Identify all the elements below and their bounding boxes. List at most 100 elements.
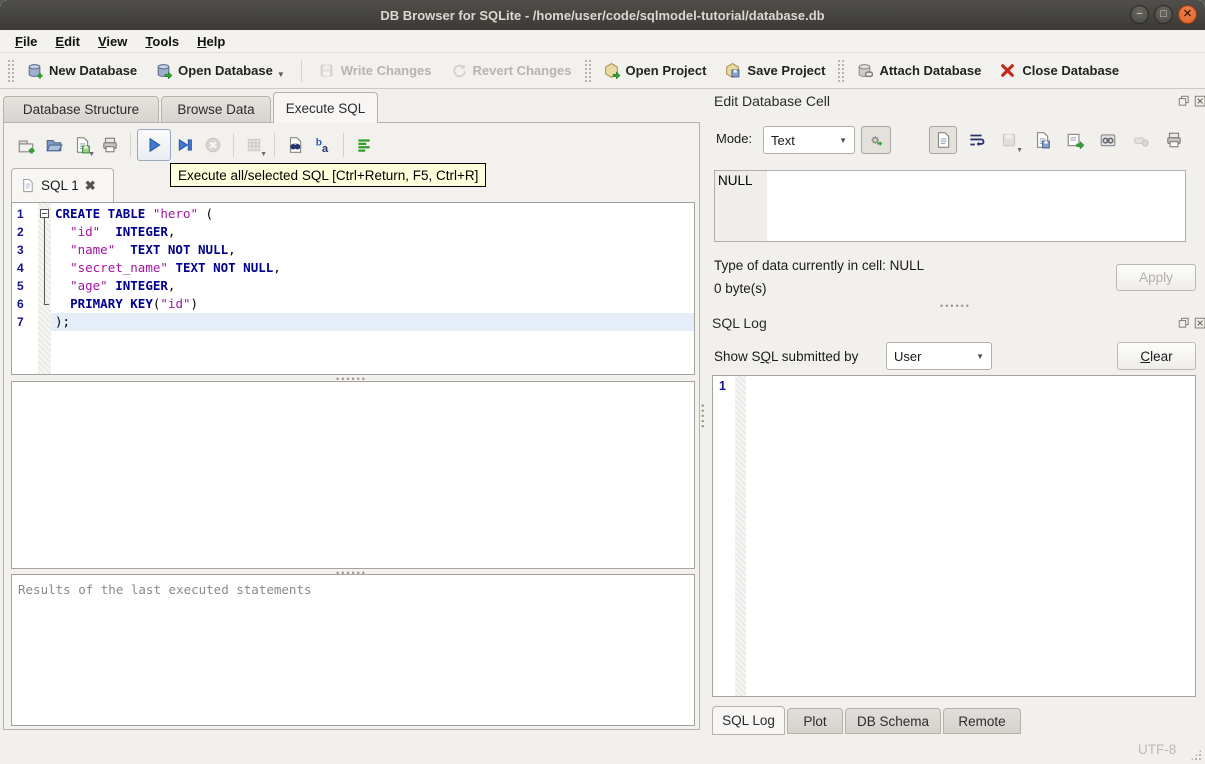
dock-tab-sql-log[interactable]: SQL Log [712, 706, 785, 735]
print-sql-button[interactable] [96, 131, 124, 159]
import-data-button[interactable]: ▼ [995, 126, 1023, 154]
toolbar-separator [274, 133, 275, 157]
save-results-button[interactable]: ▼ [240, 131, 268, 159]
apply-button[interactable]: Apply [1116, 264, 1196, 291]
dock-splitter-handle[interactable]: •••••• [706, 301, 1205, 310]
dock-splitter-handle[interactable]: ••••• [698, 400, 708, 434]
sql-tab-close-icon[interactable]: ✖ [85, 178, 96, 194]
copy-cell-link-button[interactable] [1094, 126, 1122, 154]
execute-line-button[interactable] [171, 131, 199, 159]
chevron-down-icon: ▼ [839, 135, 847, 145]
sql-toolbar: ▼ ▼ b a [12, 129, 378, 161]
titlebar[interactable]: DB Browser for SQLite - /home/user/code/… [0, 0, 1205, 30]
resize-grip[interactable] [1190, 749, 1202, 761]
print-cell-icon [1167, 132, 1181, 148]
open-sql-file-icon [46, 139, 63, 152]
word-wrap-button[interactable] [962, 126, 990, 154]
line-number: 6 [17, 297, 24, 311]
dock-tab-plot[interactable]: Plot [787, 708, 843, 734]
code-line[interactable]: CREATE TABLE "hero" ( [51, 205, 694, 223]
tab-database-structure[interactable]: Database Structure [3, 96, 159, 122]
results-grid-pane[interactable] [11, 381, 695, 569]
sql-editor[interactable]: 1 2 3 4 5 6 7 CREATE TABLE "hero" ( "id" INTEG… [11, 202, 695, 375]
tab-execute-sql[interactable]: Execute SQL [273, 92, 378, 123]
set-null-icon [1133, 137, 1149, 147]
float-dock-icon [1178, 95, 1189, 106]
chevron-down-icon[interactable]: ▼ [88, 151, 95, 158]
replace-in-sql-button[interactable]: ba [309, 131, 337, 159]
write-changes-button[interactable]: Write Changes [309, 58, 441, 83]
line-number: 1 [17, 207, 24, 221]
float-dock-icon[interactable] [1178, 95, 1191, 108]
auto-apply-button[interactable] [861, 126, 891, 154]
clear-button[interactable]: Clear [1117, 342, 1196, 370]
write-changes-icon [320, 64, 333, 77]
toolbar-drag-handle[interactable] [583, 58, 591, 83]
float-dock-icon[interactable] [1178, 317, 1191, 330]
dock-tab-remote[interactable]: Remote [943, 708, 1021, 734]
code-line[interactable]: "id" INTEGER, [51, 223, 694, 241]
log-line-number-gutter [713, 376, 735, 696]
menu-tools[interactable]: Tools [136, 32, 188, 51]
set-null-button[interactable] [1127, 126, 1155, 154]
fold-marker[interactable] [38, 205, 51, 223]
copy-cell-link-icon [1100, 134, 1116, 147]
open-sql-file-button[interactable] [40, 131, 68, 159]
revert-changes-icon [452, 64, 466, 78]
chevron-down-icon[interactable]: ▼ [1016, 147, 1023, 154]
toolbar-drag-handle[interactable] [7, 58, 14, 83]
toolbar-drag-handle[interactable] [837, 58, 845, 83]
menu-file[interactable]: File [6, 32, 46, 51]
write-changes-label: Write Changes [340, 63, 432, 78]
code-line[interactable]: "name" TEXT NOT NULL, [51, 241, 694, 259]
new-database-button[interactable]: New Database [17, 58, 146, 83]
tab-browse-data[interactable]: Browse Data [161, 96, 271, 122]
revert-changes-button[interactable]: Revert Changes [441, 58, 581, 83]
print-cell-button[interactable] [1160, 126, 1188, 154]
chevron-down-icon[interactable]: ▼ [260, 151, 267, 158]
open-database-button[interactable]: Open Database ▼ [146, 58, 294, 83]
sql-tab[interactable]: SQL 1 ✖ [11, 168, 114, 202]
open-project-button[interactable]: Open Project [594, 58, 716, 83]
editor-code-area[interactable]: CREATE TABLE "hero" ( "id" INTEGER, "nam… [51, 205, 694, 331]
sql-log-view[interactable]: 1 [712, 375, 1196, 697]
close-dock-icon[interactable] [1194, 317, 1205, 330]
close-dock-icon [1194, 95, 1205, 107]
format-sql-button[interactable] [350, 131, 378, 159]
code-line[interactable]: "age" INTEGER, [51, 277, 694, 295]
mode-value: Text [771, 132, 795, 148]
dock-tab-db-schema[interactable]: DB Schema [845, 708, 941, 734]
code-line[interactable]: PRIMARY KEY("id") [51, 295, 694, 313]
menu-view[interactable]: View [89, 32, 136, 51]
export-data-icon [1067, 133, 1084, 149]
close-database-button[interactable]: Close Database [990, 58, 1128, 83]
text-mode-button[interactable] [929, 126, 957, 154]
find-in-sql-button[interactable] [281, 131, 309, 159]
save-data-button[interactable] [1028, 126, 1056, 154]
code-line-current[interactable]: ); [51, 313, 694, 331]
new-sql-tab-button[interactable] [12, 131, 40, 159]
log-line-number: 1 [719, 379, 726, 393]
close-dock-icon[interactable] [1194, 95, 1205, 108]
execute-sql-panel: ▼ ▼ b a SQL 1 ✖ 1 2 3 4 5 6 7 CREATE TABLE "hero"… [3, 122, 700, 730]
menu-help[interactable]: Help [188, 32, 234, 51]
cell-editor[interactable]: NULL [714, 170, 1186, 242]
maximize-icon[interactable]: □ [1154, 5, 1173, 24]
export-data-button[interactable] [1061, 126, 1089, 154]
stop-button[interactable] [199, 131, 227, 159]
close-icon[interactable]: ✕ [1178, 5, 1197, 24]
mode-combobox[interactable]: Text ▼ [763, 126, 855, 154]
menu-edit[interactable]: Edit [46, 32, 89, 51]
attach-database-label: Attach Database [879, 63, 982, 78]
attach-database-button[interactable]: Attach Database [847, 58, 990, 83]
log-filter-combobox[interactable]: User ▼ [886, 342, 992, 370]
save-project-button[interactable]: Save Project [715, 58, 834, 83]
minimize-icon[interactable]: − [1130, 5, 1149, 24]
execute-all-button[interactable] [137, 129, 171, 161]
code-line[interactable]: "secret_name" TEXT NOT NULL, [51, 259, 694, 277]
chevron-down-icon[interactable]: ▼ [277, 70, 285, 79]
fold-marker [38, 313, 51, 331]
save-sql-file-button[interactable]: ▼ [68, 131, 96, 159]
cell-type-info: Type of data currently in cell: NULL [714, 258, 925, 273]
results-message-pane[interactable]: Results of the last executed statements [11, 574, 695, 726]
